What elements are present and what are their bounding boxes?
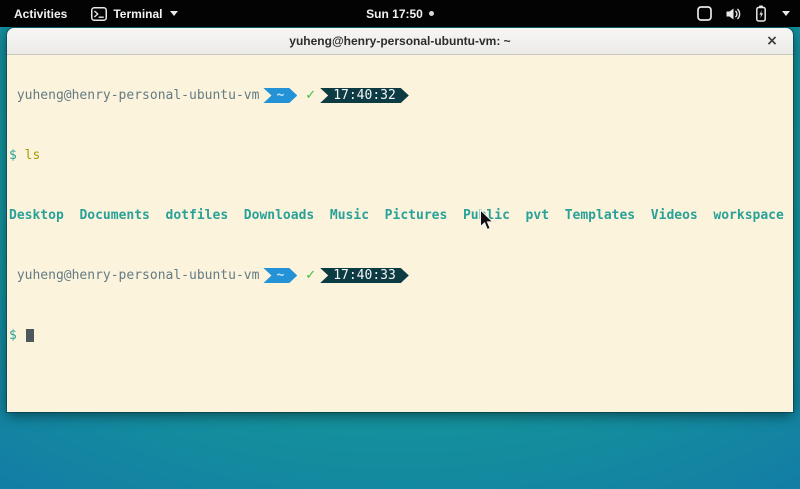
terminal-window: yuheng@henry-personal-ubuntu-vm: ~ × yuh… [7,28,793,412]
mouse-pointer-icon [479,209,494,232]
prompt-time-segment: 17:40:32 [320,88,409,103]
prompt-directory-segment: ~ [263,88,297,103]
ls-output: Desktop Documents dotfiles Downloads Mus… [9,208,784,223]
prompt-user-host: yuheng@henry-personal-ubuntu-vm [9,88,259,103]
prompt-directory-segment: ~ [263,268,297,283]
app-menu-label: Terminal [113,7,162,21]
activities-button[interactable]: Activities [0,0,81,27]
prompt-line: yuheng@henry-personal-ubuntu-vm ~ ✓ 17:4… [9,268,793,283]
volume-icon [725,6,742,22]
app-menu-terminal[interactable]: Terminal [81,0,188,27]
notification-dot-icon [429,11,434,16]
prompt-status-check-icon: ✓ [305,88,316,103]
terminal-screen[interactable]: yuheng@henry-personal-ubuntu-vm ~ ✓ 17:4… [7,55,793,412]
ls-output-line: Desktop Documents dotfiles Downloads Mus… [9,208,793,223]
prompt-symbol: $ [9,328,17,343]
command-line: $ ls [9,148,793,163]
system-status-area[interactable] [687,0,800,27]
current-input-line: $ [9,328,793,343]
gnome-top-bar: Activities Terminal Sun 17:50 [0,0,800,27]
clock-label: Sun 17:50 [366,7,423,21]
window-title: yuheng@henry-personal-ubuntu-vm: ~ [289,34,510,48]
terminal-cursor [26,329,34,342]
prompt-status-check-icon: ✓ [305,268,316,283]
window-titlebar[interactable]: yuheng@henry-personal-ubuntu-vm: ~ × [7,28,793,55]
chevron-down-icon [170,11,178,16]
close-button[interactable]: × [763,32,781,50]
prompt-time-segment: 17:40:33 [320,268,409,283]
terminal-icon [91,7,107,21]
prompt-line: yuheng@henry-personal-ubuntu-vm ~ ✓ 17:4… [9,88,793,103]
battery-charging-icon [755,5,767,22]
chevron-down-icon [782,11,790,16]
screen-icon [697,6,712,21]
command-text: ls [25,148,41,163]
prompt-user-host: yuheng@henry-personal-ubuntu-vm [9,268,259,283]
prompt-symbol: $ [9,148,17,163]
clock-button[interactable]: Sun 17:50 [366,7,434,21]
